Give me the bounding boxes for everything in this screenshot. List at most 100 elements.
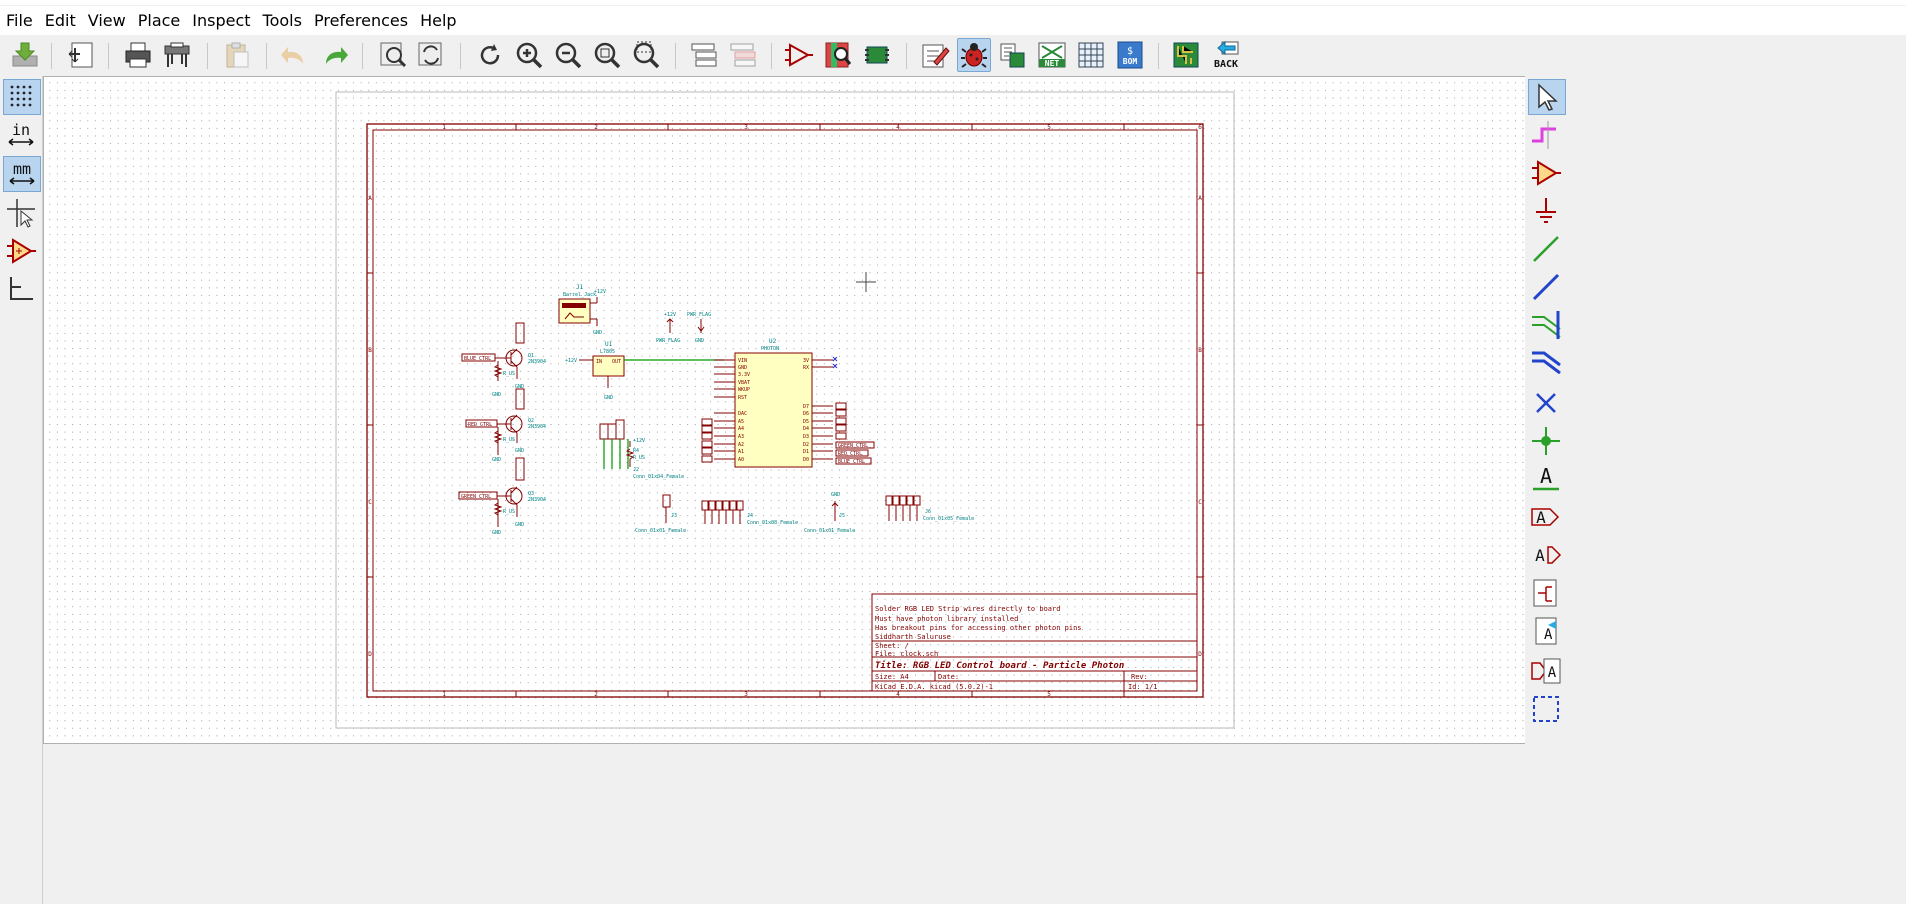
- no-connect-icon[interactable]: [1528, 386, 1564, 420]
- add-wire-icon[interactable]: [1528, 232, 1564, 266]
- bus-to-bus-entry-icon[interactable]: [1528, 346, 1564, 380]
- menu-view[interactable]: View: [82, 6, 132, 35]
- pwr-flags[interactable]: +12V PWR_FLAG PWR_FLAG GND: [656, 312, 711, 344]
- symbol-editor-icon[interactable]: [782, 38, 816, 72]
- add-graphic-line-icon[interactable]: [1528, 692, 1564, 726]
- redo-icon[interactable]: [318, 38, 352, 72]
- photon-right-pin: RX: [803, 365, 809, 371]
- hierarchy-navigator-icon[interactable]: [687, 38, 721, 72]
- highlight-net-icon[interactable]: [1528, 118, 1564, 152]
- menu-edit[interactable]: Edit: [39, 6, 82, 35]
- j1-value: Barrel_Jack: [563, 292, 596, 298]
- photon-left-pin: WKUP: [738, 387, 750, 393]
- q2-stage[interactable]: RED_CTRL Q2 2N3904 R_US GND GND: [465, 388, 546, 463]
- photon-left-pin: A3: [738, 434, 744, 440]
- j1-barrel-jack[interactable]: J1 Barrel_Jack +12V GND: [558, 284, 606, 336]
- j3-value: Conn_01x01_Female: [635, 528, 686, 534]
- schematic-canvas[interactable]: 1 2 3 4 5 6 A B C D A B C D 1 2 3 4 5 So…: [43, 76, 1526, 744]
- undo-icon[interactable]: [277, 38, 311, 72]
- grid-toggle-icon[interactable]: [3, 79, 41, 115]
- j5-connector[interactable]: GND J5 Conn_01x01_Female: [804, 492, 855, 534]
- wire-angle-icon[interactable]: [3, 272, 39, 306]
- select-arrow-icon[interactable]: [1528, 79, 1566, 115]
- add-hierarchical-label-icon[interactable]: A: [1528, 538, 1564, 572]
- plot-icon[interactable]: [160, 38, 194, 72]
- col-label-1-bottom: 1: [442, 691, 446, 698]
- j2-value: Conn_01x04_Female: [633, 474, 684, 480]
- mm-label: mm: [13, 160, 31, 178]
- photon-right-pin: D3: [803, 434, 809, 440]
- pcb-editor-icon[interactable]: [1169, 38, 1203, 72]
- zoom-in-icon[interactable]: [512, 38, 546, 72]
- save-icon[interactable]: [8, 38, 42, 72]
- spreadsheet-icon[interactable]: [1074, 38, 1108, 72]
- wire-to-bus-entry-icon[interactable]: [1528, 308, 1564, 342]
- u1-regulator[interactable]: U1 L7805 IN OUT +12V GND: [565, 341, 625, 401]
- svg-text:$: $: [1127, 46, 1133, 57]
- col-label-6: 6: [1198, 124, 1202, 131]
- row-label-a: A: [368, 195, 372, 202]
- footprint-editor-icon[interactable]: [860, 38, 894, 72]
- print-icon[interactable]: [121, 38, 155, 72]
- erc-icon[interactable]: [957, 38, 991, 72]
- add-label-icon[interactable]: A: [1528, 462, 1564, 496]
- assign-footprints-icon[interactable]: [996, 38, 1030, 72]
- j6-value: Conn_01x05_Female: [923, 516, 974, 522]
- row-label-a-right: A: [1198, 195, 1202, 202]
- page-settings-icon[interactable]: [64, 38, 98, 72]
- j6-connector[interactable]: J6 Conn_01x05_Female: [885, 495, 974, 522]
- find-replace-icon[interactable]: [414, 38, 448, 72]
- bom-icon[interactable]: $ BOM: [1113, 38, 1147, 72]
- cursor-style-icon[interactable]: [3, 196, 39, 230]
- j4-connector[interactable]: J4 Conn_01x08_Female: [701, 500, 798, 526]
- hidden-pins-icon[interactable]: [3, 234, 39, 268]
- find-icon[interactable]: [376, 38, 410, 72]
- status-area: [43, 744, 1525, 904]
- col-label-4: 4: [896, 124, 900, 131]
- add-sheet-pin-icon[interactable]: A: [1528, 654, 1564, 688]
- leave-sheet-icon[interactable]: [726, 38, 760, 72]
- title-comment-3: Has breakout pins for accessing other ph…: [875, 624, 1082, 632]
- inch-units-button[interactable]: in: [3, 118, 39, 152]
- photon-left-pin: GND: [738, 365, 747, 371]
- import-sheet-pin-icon[interactable]: A: [1528, 614, 1564, 648]
- symbol-library-browser-icon[interactable]: [821, 38, 855, 72]
- title-id: Id: 1/1: [1128, 683, 1158, 691]
- u2-photon[interactable]: U2 PHOTON VINGND3.3V VBATWKUP RST DAC A5A4 A3…: [714, 338, 833, 468]
- q3-gnd: GND: [515, 522, 524, 528]
- add-symbol-icon[interactable]: [1528, 156, 1564, 190]
- menu-file[interactable]: File: [0, 6, 39, 35]
- annotate-icon[interactable]: [918, 38, 952, 72]
- q1-stage[interactable]: BLUE_CTRL Q1 2N3904 R_US GND GND: [461, 322, 546, 398]
- add-junction-icon[interactable]: [1528, 424, 1564, 458]
- netlist-icon[interactable]: NET: [1035, 38, 1069, 72]
- u1-gnd-label: GND: [604, 395, 613, 401]
- j3-connector[interactable]: J3 Conn_01x01_Female: [635, 494, 686, 534]
- menu-help[interactable]: Help: [414, 6, 462, 35]
- mm-units-button[interactable]: mm: [3, 156, 41, 192]
- add-hierarchical-sheet-icon[interactable]: [1528, 576, 1564, 610]
- menu-preferences[interactable]: Preferences: [308, 6, 414, 35]
- refresh-icon[interactable]: [473, 38, 507, 72]
- photon-left-pin: DAC: [738, 411, 747, 417]
- menu-tools[interactable]: Tools: [257, 6, 308, 35]
- photon-green-ctrl: GREEN_CTRL: [838, 443, 868, 449]
- menu-place[interactable]: Place: [132, 6, 187, 35]
- j2-connector[interactable]: +12V R4 R_US J2 Conn_01x04_Female: [599, 419, 684, 480]
- q3-stage[interactable]: GREEN_CTRL Q3 2N3904 R_US GND GND: [458, 457, 546, 536]
- left-toolbar: in mm: [0, 76, 43, 904]
- back-annotate-button[interactable]: BACK: [1208, 38, 1244, 72]
- menu-inspect[interactable]: Inspect: [186, 6, 256, 35]
- add-bus-icon[interactable]: [1528, 270, 1564, 304]
- r3-gnd: GND: [492, 530, 501, 536]
- zoom-out-icon[interactable]: [551, 38, 585, 72]
- red-ctrl-label: RED_CTRL: [468, 422, 492, 428]
- add-global-label-icon[interactable]: A: [1528, 500, 1564, 534]
- photon-left-pin: 3.3V: [738, 372, 750, 378]
- zoom-selection-icon[interactable]: [629, 38, 663, 72]
- add-power-icon[interactable]: [1528, 194, 1564, 228]
- paste-icon[interactable]: [220, 38, 254, 72]
- photon-right-pin: D2: [803, 442, 809, 448]
- zoom-fit-icon[interactable]: [590, 38, 624, 72]
- green-ctrl-label: GREEN_CTRL: [461, 494, 491, 500]
